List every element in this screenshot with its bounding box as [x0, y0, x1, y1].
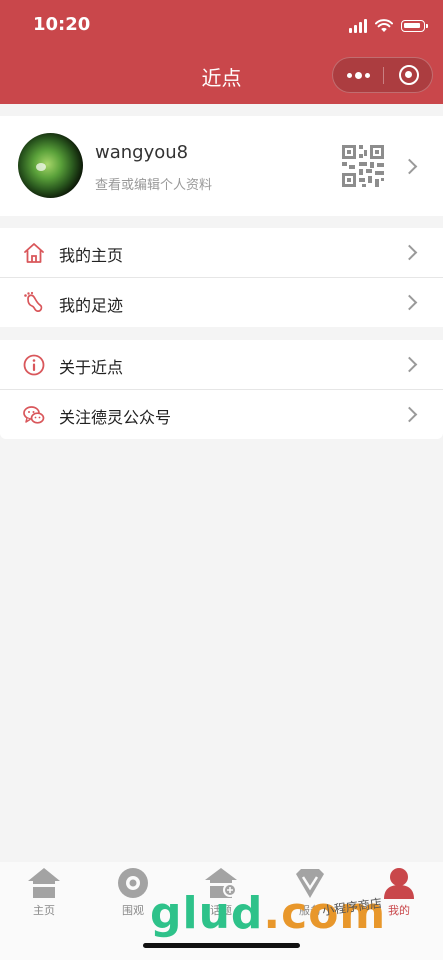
chevron-right-icon [401, 294, 418, 311]
chevron-right-icon [401, 158, 418, 175]
footprint-icon [24, 291, 43, 312]
chevron-right-icon [401, 406, 418, 423]
qr-code-icon[interactable] [342, 145, 384, 187]
profile-card[interactable]: wangyou8 查看或编辑个人资料 [0, 116, 443, 216]
menu-item-label: 关于近点 [59, 358, 124, 377]
wifi-icon [375, 19, 393, 32]
status-icons [349, 16, 428, 36]
status-time: 10:20 [33, 14, 91, 35]
more-menu-button[interactable] [333, 58, 383, 92]
menu-group-about: 关于近点 关注德灵公众号 [0, 340, 443, 439]
home-icon [24, 243, 44, 263]
menu-item-label: 我的足迹 [59, 296, 124, 315]
home-indicator[interactable] [143, 943, 300, 948]
mini-program-capsule [332, 57, 433, 93]
home-tab-icon [28, 868, 60, 898]
more-dots-icon [346, 72, 352, 78]
tab-home[interactable]: 主页 [14, 866, 74, 918]
tab-label: 主页 [33, 904, 55, 917]
info-icon [23, 354, 45, 376]
user-tab-icon [384, 868, 414, 899]
capsule-divider [383, 67, 384, 84]
menu-item-my-homepage[interactable]: 我的主页 [0, 228, 443, 278]
edit-profile-hint: 查看或编辑个人资料 [95, 178, 213, 193]
chevron-right-icon [401, 244, 418, 261]
menu-item-follow-official-account[interactable]: 关注德灵公众号 [0, 390, 443, 439]
menu-item-my-footprints[interactable]: 我的足迹 [0, 278, 443, 327]
menu-item-label: 我的主页 [59, 246, 124, 265]
battery-icon [401, 20, 428, 32]
menu-group-personal: 我的主页 我的足迹 [0, 228, 443, 327]
menu-item-label: 关注德灵公众号 [59, 408, 172, 427]
nav-header: 10:20 近点 [0, 0, 443, 104]
signal-icon [349, 19, 367, 33]
close-mini-program-button[interactable] [399, 65, 419, 85]
avatar[interactable] [18, 133, 83, 198]
chevron-right-icon [401, 356, 418, 373]
username: wangyou8 [95, 142, 189, 163]
wechat-icon [23, 406, 45, 424]
eye-tab-icon [118, 868, 148, 898]
menu-item-about[interactable]: 关于近点 [0, 340, 443, 390]
